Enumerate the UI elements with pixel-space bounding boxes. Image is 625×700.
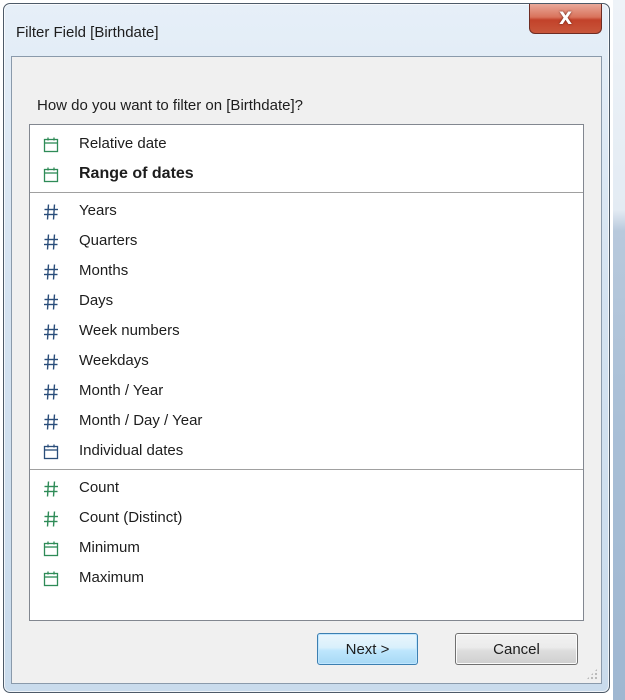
list-item[interactable]: Count [30, 474, 583, 504]
hash-icon [43, 353, 59, 371]
list-item-label: Weekdays [79, 352, 149, 369]
hash-icon [43, 233, 59, 251]
list-item-label: Month / Year [79, 382, 164, 399]
desktop-background [613, 0, 625, 700]
hash-icon [43, 413, 59, 431]
list-item-label: Individual dates [79, 442, 184, 459]
list-item[interactable]: Count (Distinct) [30, 504, 583, 534]
calendar-icon [43, 166, 59, 184]
list-item-label: Maximum [79, 569, 145, 586]
list-item[interactable]: Range of dates [30, 160, 583, 190]
calendar-icon [43, 136, 59, 154]
list-item[interactable]: Month / Year [30, 377, 583, 407]
list-item[interactable]: Relative date [30, 130, 583, 160]
list-item[interactable]: Month / Day / Year [30, 407, 583, 437]
list-item-label: Count (Distinct) [79, 509, 183, 526]
list-item[interactable]: Individual dates [30, 437, 583, 467]
list-item[interactable]: Months [30, 257, 583, 287]
list-item-label: Minimum [79, 539, 140, 556]
list-item[interactable]: Maximum [30, 564, 583, 594]
list-item[interactable]: Weekdays [30, 347, 583, 377]
list-item-label: Count [79, 479, 120, 496]
calendar-icon [43, 443, 59, 461]
list-separator [30, 469, 583, 470]
hash-icon [43, 323, 59, 341]
list-item-label: Month / Day / Year [79, 412, 203, 429]
hash-icon [43, 510, 59, 528]
calendar-icon [43, 540, 59, 558]
list-item[interactable]: Minimum [30, 534, 583, 564]
filter-prompt: How do you want to filter on [Birthdate]… [37, 97, 303, 114]
hash-icon [43, 203, 59, 221]
cancel-button[interactable]: Cancel [455, 633, 578, 665]
list-item-label: Relative date [79, 135, 167, 152]
dialog-body: How do you want to filter on [Birthdate]… [11, 56, 602, 684]
close-button[interactable]: X [529, 4, 602, 34]
list-item[interactable]: Quarters [30, 227, 583, 257]
list-item[interactable]: Week numbers [30, 317, 583, 347]
filter-field-dialog: Filter Field [Birthdate] X How do you wa… [3, 3, 610, 693]
list-item-label: Range of dates [79, 165, 194, 182]
list-item-label: Days [79, 292, 114, 309]
list-item[interactable]: Days [30, 287, 583, 317]
hash-icon [43, 480, 59, 498]
resize-grip[interactable] [586, 668, 598, 680]
list-item-label: Quarters [79, 232, 138, 249]
list-item[interactable]: Years [30, 197, 583, 227]
dialog-title: Filter Field [Birthdate] [16, 24, 159, 41]
list-separator [30, 192, 583, 193]
next-button[interactable]: Next > [317, 633, 418, 665]
calendar-icon [43, 570, 59, 588]
list-item-label: Week numbers [79, 322, 180, 339]
hash-icon [43, 383, 59, 401]
list-item-label: Years [79, 202, 117, 219]
hash-icon [43, 263, 59, 281]
hash-icon [43, 293, 59, 311]
filter-type-list[interactable]: Relative date Range of dates Years Quarters… [29, 124, 584, 621]
list-item-label: Months [79, 262, 129, 279]
